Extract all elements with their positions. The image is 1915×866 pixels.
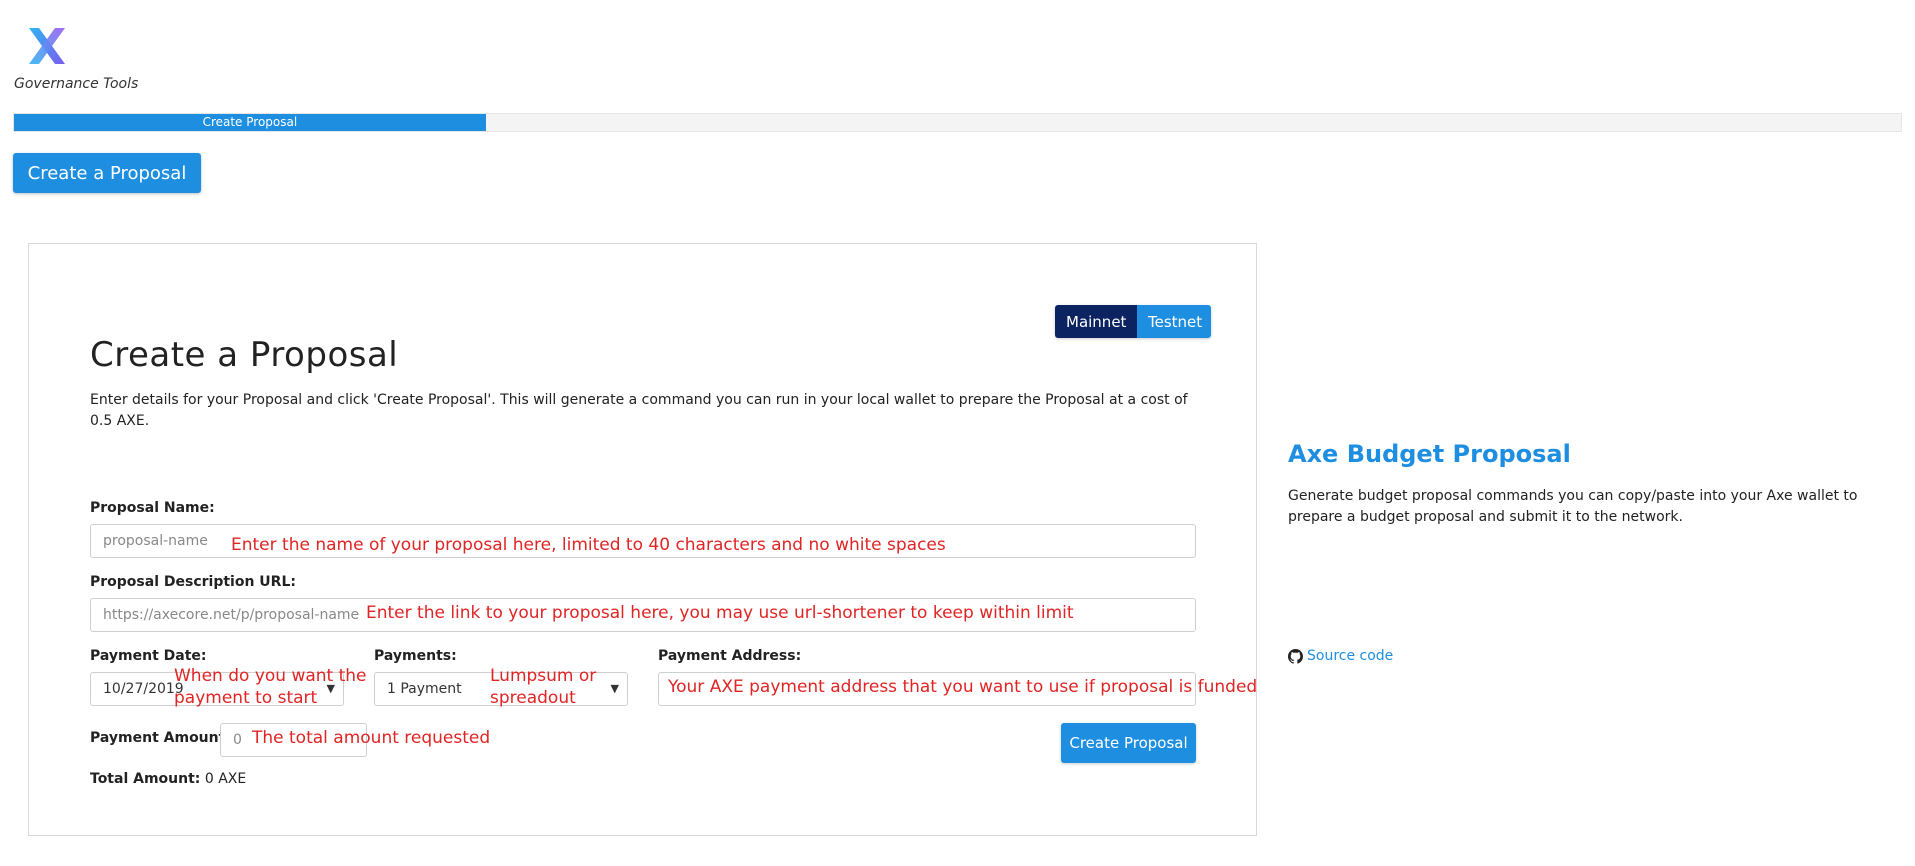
amount-label: Payment Amount: — [90, 730, 231, 746]
source-code-link[interactable]: Source code — [1288, 648, 1393, 664]
payments-value: 1 Payment — [387, 681, 462, 697]
proposal-name-label: Proposal Name: — [90, 500, 215, 516]
axe-x-logo-icon — [29, 28, 65, 64]
progress-bar: Create Proposal — [13, 113, 1902, 132]
brand-subtitle: Governance Tools — [14, 76, 139, 92]
chevron-down-icon: ▼ — [610, 682, 619, 695]
payments-label: Payments: — [374, 648, 457, 664]
page: Governance Tools Create Proposal Create … — [0, 0, 1915, 866]
github-icon — [1288, 648, 1303, 664]
payment-date-select[interactable]: 10/27/2019 ▼ — [90, 672, 344, 706]
source-code-label: Source code — [1307, 648, 1394, 664]
payment-date-value: 10/27/2019 — [103, 681, 184, 697]
form-description: Enter details for your Proposal and clic… — [90, 392, 1188, 429]
form-title: Create a Proposal — [90, 335, 399, 375]
url-label: Proposal Description URL: — [90, 574, 296, 590]
payment-address-input[interactable] — [658, 672, 1196, 706]
mainnet-button[interactable]: Mainnet — [1055, 305, 1137, 338]
payment-amount-input[interactable]: 0 — [220, 723, 367, 757]
create-a-proposal-button[interactable]: Create a Proposal — [13, 153, 201, 193]
chevron-down-icon: ▼ — [326, 682, 335, 695]
payments-select[interactable]: 1 Payment ▼ — [374, 672, 628, 706]
payment-date-label: Payment Date: — [90, 648, 207, 664]
proposal-name-input[interactable]: proposal-name — [90, 524, 1196, 558]
total-amount-value: 0 AXE — [204, 771, 247, 787]
address-label: Payment Address: — [658, 648, 802, 664]
side-title: Axe Budget Proposal — [1288, 440, 1571, 468]
total-amount: Total Amount: 0 AXE — [90, 771, 246, 787]
total-amount-label: Total Amount: — [90, 771, 201, 787]
url-input[interactable]: https://axecore.net/p/proposal-name — [90, 598, 1196, 632]
create-proposal-button[interactable]: Create Proposal — [1061, 723, 1196, 763]
network-toggle: Mainnet Testnet — [1055, 305, 1211, 338]
progress-fill: Create Proposal — [14, 114, 486, 131]
side-description: Generate budget proposal commands you ca… — [1288, 488, 1858, 525]
testnet-button[interactable]: Testnet — [1137, 305, 1211, 338]
